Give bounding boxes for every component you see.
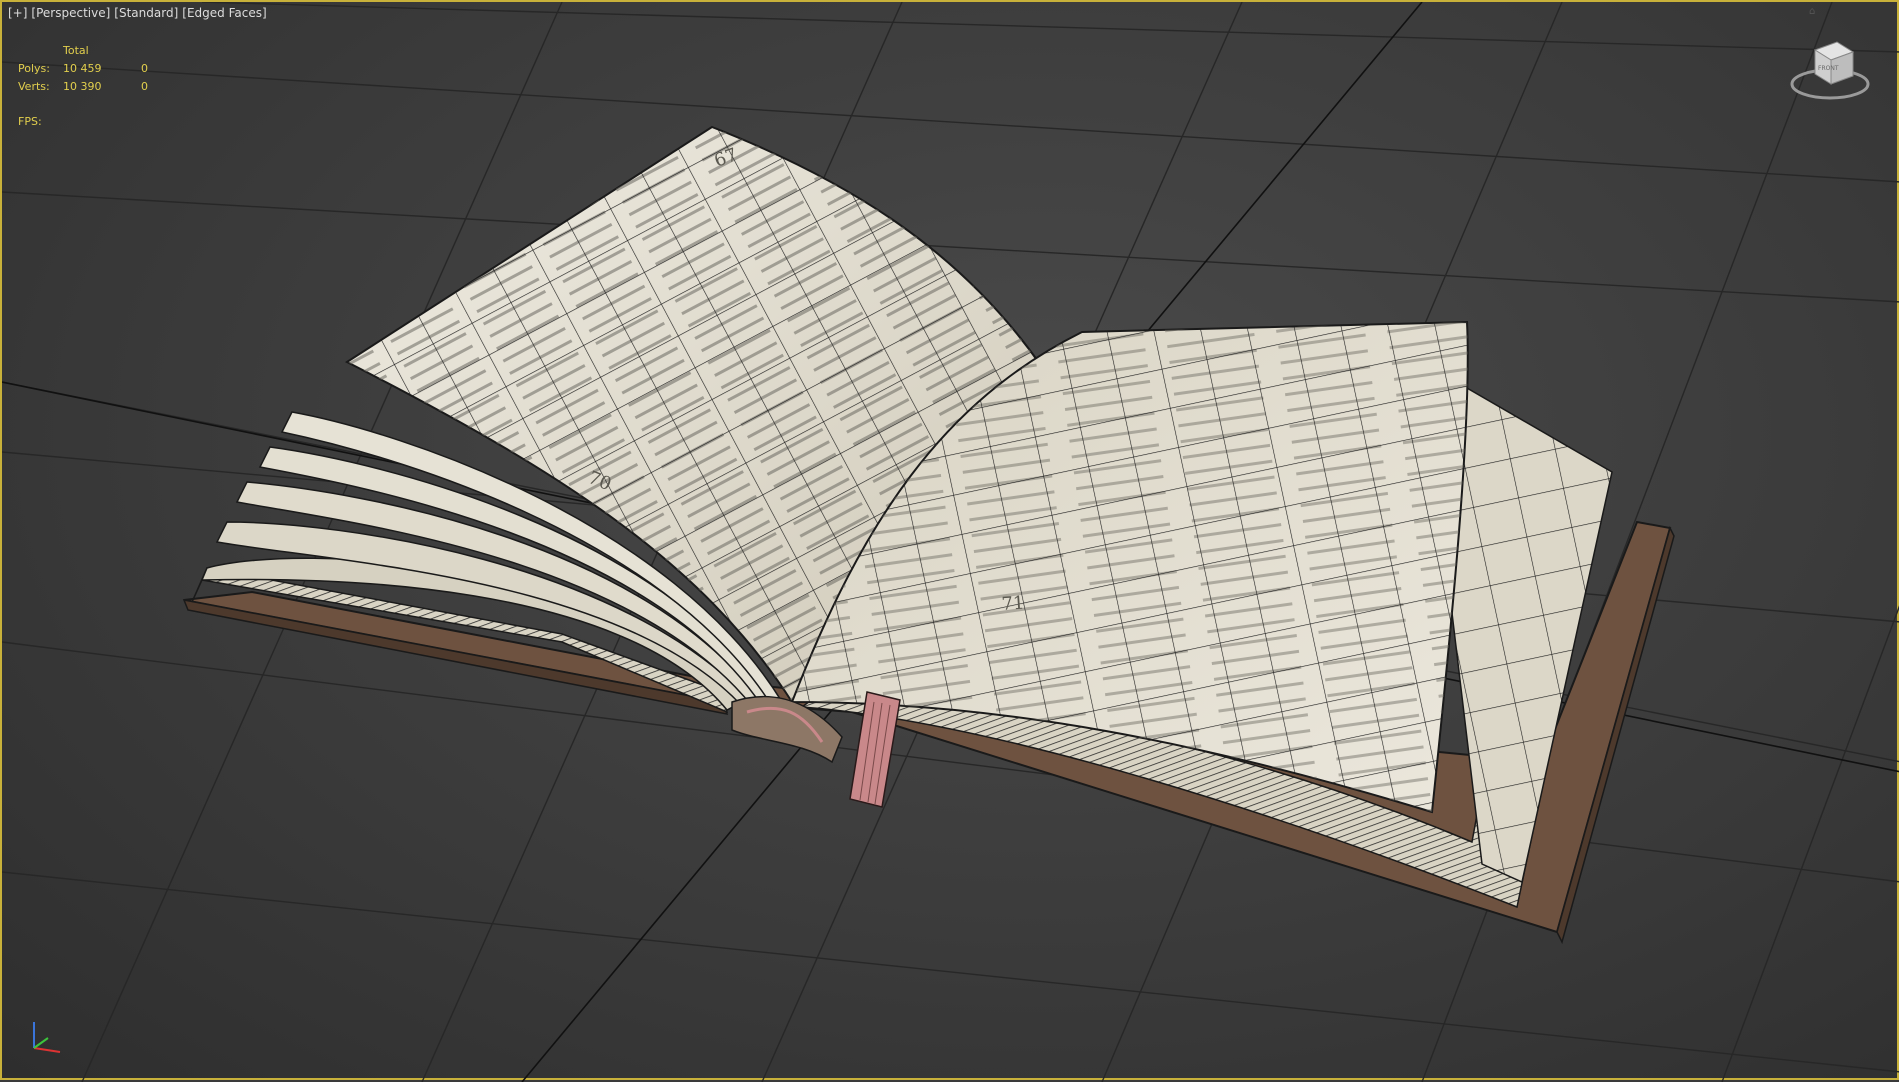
right-page-number: 71 (1001, 592, 1025, 615)
stats-total-header: Total (63, 44, 89, 57)
verts-label: Verts: (18, 80, 50, 93)
home-icon[interactable]: ⌂ (1809, 6, 1819, 17)
viewport-edges-menu[interactable]: [Edged Faces] (182, 6, 266, 20)
viewport-plus-menu[interactable]: [+] (8, 6, 27, 20)
polys-label: Polys: (18, 62, 50, 75)
perspective-viewport[interactable]: 70 67 71 [+] [Perspective] [Standard] [Ed (0, 0, 1899, 1082)
viewport-label[interactable]: [+] [Perspective] [Standard] [Edged Faces] (8, 6, 271, 20)
statistics-overlay: Total Polys: 10 459 0 Verts: 10 390 0 FPS: (18, 42, 148, 131)
verts-total: 10 390 (63, 80, 102, 93)
viewcube-icon[interactable]: FRONT (1785, 32, 1875, 112)
viewport-view-menu[interactable]: [Perspective] (31, 6, 110, 20)
verts-selected: 0 (141, 80, 148, 93)
viewcube-face-label: FRONT (1818, 65, 1839, 72)
viewport-shading-menu[interactable]: [Standard] (114, 6, 178, 20)
axis-tripod-icon (33, 1022, 61, 1053)
polys-total: 10 459 (63, 62, 102, 75)
polys-selected: 0 (141, 62, 148, 75)
fps-label: FPS: (18, 115, 42, 128)
scene-canvas: 70 67 71 (2, 2, 1899, 1082)
